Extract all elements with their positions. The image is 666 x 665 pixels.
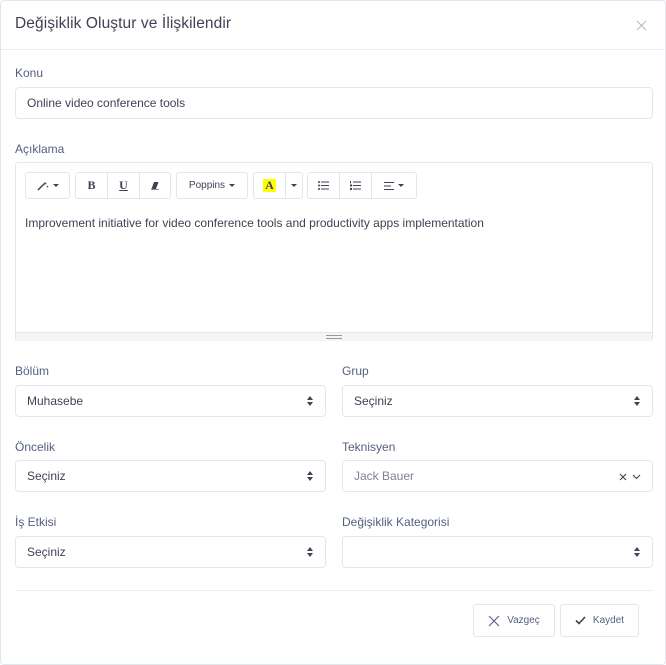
chevron-down-icon bbox=[229, 184, 236, 187]
color-letter: A bbox=[263, 178, 276, 192]
chevron-down-icon bbox=[52, 184, 59, 187]
aciklama-label: Açıklama bbox=[15, 142, 65, 156]
ordered-list-button[interactable] bbox=[340, 173, 372, 198]
eraser-icon bbox=[151, 182, 159, 190]
magic-wand-icon bbox=[36, 181, 48, 191]
konu-input[interactable]: Online video conference tools bbox=[15, 87, 653, 119]
clear-icon[interactable] bbox=[619, 473, 627, 481]
chevron-down-icon[interactable] bbox=[632, 474, 641, 480]
kategori-select[interactable] bbox=[342, 536, 653, 568]
color-group: A bbox=[253, 172, 303, 199]
bolum-select[interactable]: Muhasebe bbox=[15, 385, 326, 417]
ordered-list-icon bbox=[350, 181, 361, 190]
rich-text-editor: B U Poppins A Improvement initiative for… bbox=[15, 162, 653, 341]
kategori-label: Değişiklik Kategorisi bbox=[342, 515, 450, 529]
change-modal: Değişiklik Oluştur ve İlişkilendir Konu … bbox=[0, 0, 666, 665]
oncelik-value: Seçiniz bbox=[27, 469, 66, 483]
bullet-list-button[interactable] bbox=[308, 173, 340, 198]
modal-title: Değişiklik Oluştur ve İlişkilendir bbox=[15, 15, 232, 32]
bolum-value: Muhasebe bbox=[27, 394, 84, 408]
is-etkisi-value: Seçiniz bbox=[27, 545, 66, 559]
save-button[interactable]: Kaydet bbox=[560, 604, 639, 637]
oncelik-label: Öncelik bbox=[15, 440, 56, 454]
color-dropdown-button[interactable] bbox=[286, 173, 302, 198]
select-arrows-icon bbox=[634, 547, 641, 558]
align-left-icon bbox=[384, 181, 394, 190]
oncelik-select[interactable]: Seçiniz bbox=[15, 460, 326, 492]
footer-divider bbox=[15, 590, 653, 591]
select-arrows-icon bbox=[634, 396, 641, 407]
color-button[interactable]: A bbox=[254, 173, 286, 198]
teknisyen-value: Jack Bauer bbox=[354, 469, 415, 483]
magic-style-button[interactable] bbox=[26, 173, 69, 198]
select-arrows-icon bbox=[307, 547, 314, 558]
close-icon bbox=[488, 615, 500, 626]
resize-handle-icon[interactable] bbox=[326, 335, 342, 339]
modal-header: Değişiklik Oluştur ve İlişkilendir bbox=[1, 1, 665, 50]
font-name-label: Poppins bbox=[188, 180, 226, 191]
eraser-button[interactable] bbox=[140, 173, 170, 198]
cancel-label: Vazgeç bbox=[507, 615, 540, 626]
editor-resize-bar[interactable] bbox=[16, 332, 652, 341]
font-group: Poppins bbox=[176, 172, 248, 199]
editor-content[interactable]: Improvement initiative for video confere… bbox=[25, 216, 484, 230]
grup-select[interactable]: Seçiniz bbox=[342, 385, 653, 417]
underline-button[interactable]: U bbox=[108, 173, 140, 198]
grup-value: Seçiniz bbox=[354, 394, 393, 408]
list-group bbox=[307, 172, 417, 199]
select-arrows-icon bbox=[307, 471, 314, 482]
is-etkisi-select[interactable]: Seçiniz bbox=[15, 536, 326, 568]
bolum-label: Bölüm bbox=[15, 364, 50, 378]
bullet-list-icon bbox=[318, 181, 329, 190]
style-group bbox=[25, 172, 70, 199]
format-group: B U bbox=[75, 172, 171, 199]
teknisyen-label: Teknisyen bbox=[342, 440, 396, 454]
teknisyen-select[interactable]: Jack Bauer bbox=[342, 460, 653, 492]
align-dropdown[interactable] bbox=[372, 173, 416, 198]
save-label: Kaydet bbox=[592, 615, 625, 626]
konu-label: Konu bbox=[15, 66, 44, 80]
close-icon[interactable] bbox=[633, 17, 651, 35]
is-etkisi-label: İş Etkisi bbox=[15, 515, 57, 529]
cancel-button[interactable]: Vazgeç bbox=[473, 604, 555, 637]
font-name-dropdown[interactable]: Poppins bbox=[177, 173, 247, 198]
editor-toolbar: B U Poppins A bbox=[16, 163, 652, 208]
chevron-down-icon bbox=[291, 184, 297, 187]
grup-label: Grup bbox=[342, 364, 369, 378]
select-arrows-icon bbox=[307, 396, 314, 407]
chevron-down-icon bbox=[398, 184, 404, 187]
bold-button[interactable]: B bbox=[76, 173, 108, 198]
check-icon bbox=[575, 616, 586, 625]
